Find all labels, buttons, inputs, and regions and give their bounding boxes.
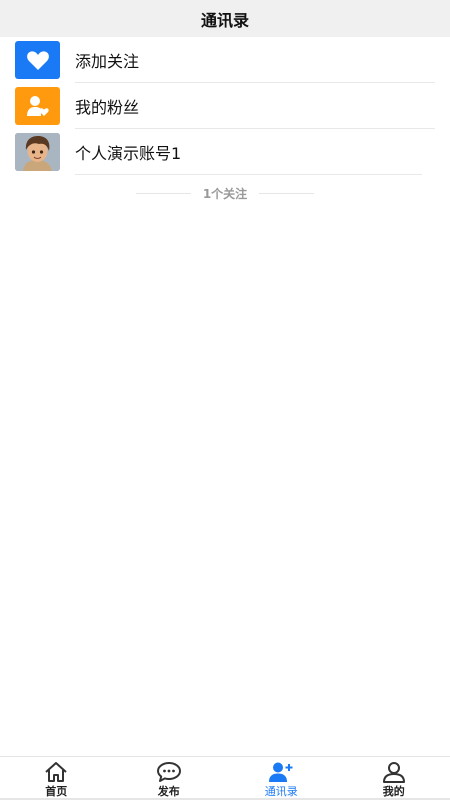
tab-publish[interactable]: 发布 xyxy=(113,757,226,800)
heart-icon xyxy=(15,41,60,79)
my-fans-item[interactable]: 我的粉丝 xyxy=(0,83,450,129)
chat-bubble-icon xyxy=(156,760,182,784)
tab-mine-label: 我的 xyxy=(382,785,405,798)
follow-count-text: 1个关注 xyxy=(202,186,248,201)
contact-name: 个人演示账号1 xyxy=(75,144,182,163)
tab-contacts[interactable]: 通讯录 xyxy=(225,757,338,800)
tab-contacts-label: 通讯录 xyxy=(264,785,298,798)
add-user-icon xyxy=(268,760,294,784)
user-heart-icon xyxy=(15,87,60,125)
avatar xyxy=(15,133,60,171)
tab-mine[interactable]: 我的 xyxy=(338,757,450,800)
add-follow-item[interactable]: 添加关注 xyxy=(0,37,450,83)
bottom-tab-bar: 首页 发布 通讯录 我的 xyxy=(0,756,450,800)
follow-count: 1个关注 xyxy=(0,175,450,211)
my-fans-label: 我的粉丝 xyxy=(75,98,140,117)
user-icon xyxy=(381,760,407,784)
tab-home-label: 首页 xyxy=(45,785,68,798)
contact-item[interactable]: 个人演示账号1 xyxy=(0,129,450,175)
contacts-list: 添加关注 我的粉丝 个人演示账号1 xyxy=(0,37,450,175)
tab-home[interactable]: 首页 xyxy=(0,757,113,800)
separator-line xyxy=(135,192,191,194)
add-follow-label: 添加关注 xyxy=(75,52,140,71)
tab-publish-label: 发布 xyxy=(157,785,180,798)
page-title: 通讯录 xyxy=(200,10,249,30)
header-bar: 通讯录 xyxy=(0,0,450,37)
contacts-screen: 通讯录 添加关注 我的粉丝 个人演示账号1 1个关注 首页 发布 通讯录 我的 xyxy=(0,0,450,800)
home-icon xyxy=(43,760,69,784)
separator-line xyxy=(259,192,315,194)
